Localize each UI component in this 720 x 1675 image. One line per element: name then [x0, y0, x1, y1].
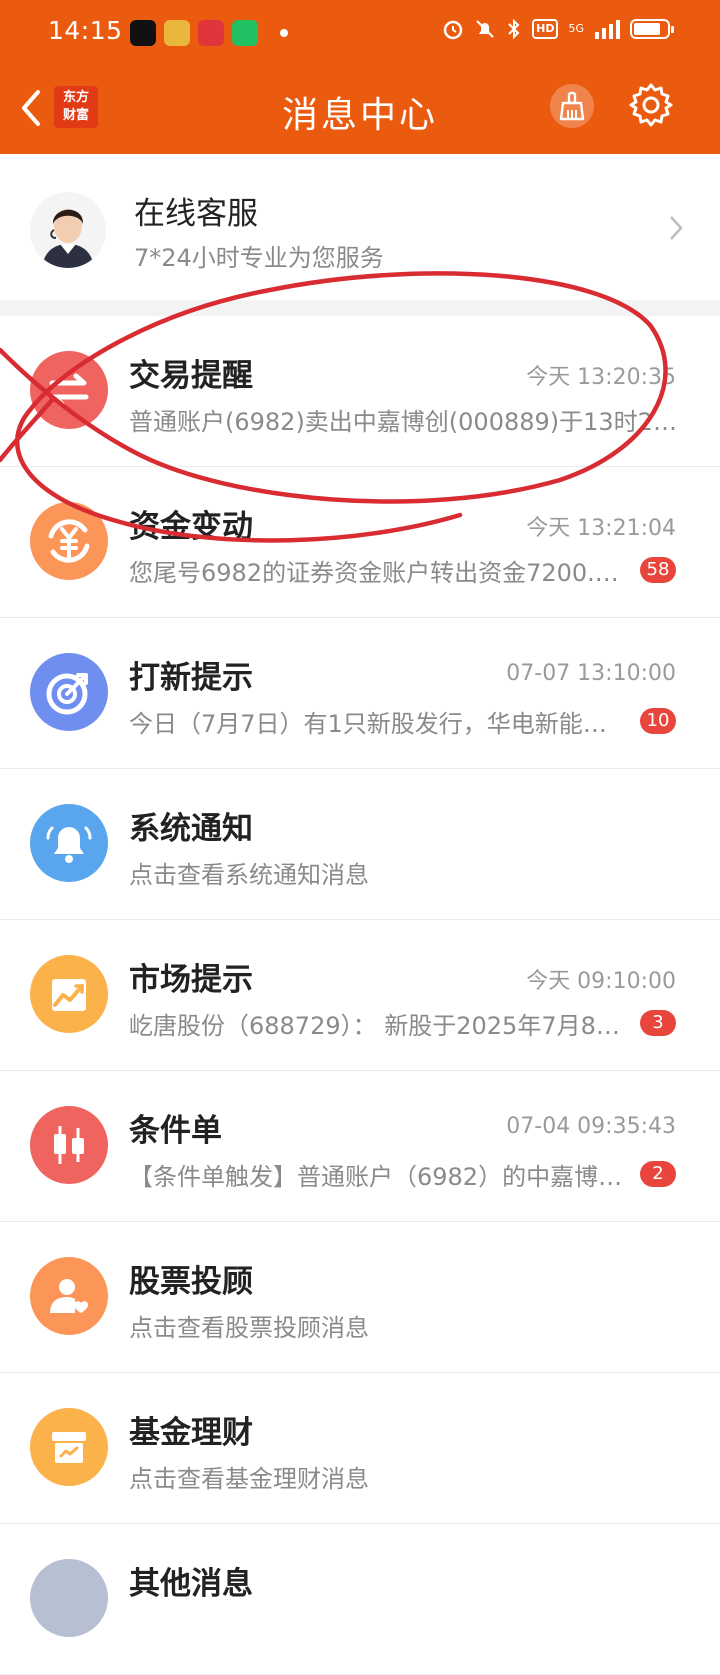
service-agent-avatar	[30, 192, 106, 268]
row-title: 股票投顾	[129, 1264, 253, 1300]
phone-app-icon	[232, 20, 258, 46]
shopping-app-icon	[164, 20, 190, 46]
unread-count-badge: 58	[640, 557, 676, 583]
tiktok-app-icon	[130, 20, 156, 46]
message-row-market-alert[interactable]: 市场提示 今天 09:10:00 屹唐股份（688729）： 新股于2025年7…	[0, 920, 720, 1071]
battery-level	[634, 23, 660, 35]
message-category-list: 交易提醒 今天 13:20:35 普通账户(6982)卖出中嘉博创(000889…	[0, 316, 720, 1675]
service-title: 在线客服	[134, 196, 258, 232]
trend-chart-icon	[30, 955, 108, 1033]
status-bar: 14:15 HD 5G	[0, 0, 720, 62]
bell-icon	[30, 804, 108, 882]
row-preview: 普通账户(6982)卖出中嘉博创(000889)于13时20分24秒成交	[129, 408, 677, 436]
chevron-right-icon	[670, 216, 683, 240]
row-time: 今天 09:10:00	[526, 969, 676, 994]
signal-icon	[595, 20, 620, 39]
row-title: 市场提示	[129, 962, 253, 998]
message-row-trade-alert[interactable]: 交易提醒 今天 13:20:35 普通账户(6982)卖出中嘉博创(000889…	[0, 316, 720, 467]
gear-icon[interactable]	[628, 82, 674, 128]
row-title: 交易提醒	[129, 358, 253, 394]
page-title: 消息中心	[281, 95, 438, 136]
status-icons: HD 5G	[442, 18, 674, 40]
message-row-conditional-order[interactable]: 条件单 07-04 09:35:43 【条件单触发】普通账户（6982）的中嘉博…	[0, 1071, 720, 1222]
status-time: 14:15	[48, 16, 123, 45]
row-title: 其他消息	[129, 1566, 253, 1602]
service-subtitle: 7*24小时专业为您服务	[134, 244, 384, 272]
row-time: 今天 13:20:35	[526, 365, 676, 390]
message-row-stock-advisor[interactable]: 股票投顾 点击查看股票投顾消息	[0, 1222, 720, 1373]
other-icon	[30, 1559, 108, 1637]
clear-messages-button[interactable]	[550, 84, 594, 128]
online-service-entry[interactable]: 在线客服 7*24小时专业为您服务	[0, 154, 720, 316]
message-row-fund-wealth[interactable]: 基金理财 点击查看基金理财消息	[0, 1373, 720, 1524]
more-notifications-dot	[280, 29, 288, 37]
row-time: 07-04 09:35:43	[506, 1114, 676, 1139]
row-time: 07-07 13:10:00	[506, 661, 676, 686]
row-preview: 点击查看基金理财消息	[129, 1465, 369, 1493]
bluetooth-icon	[508, 18, 520, 40]
message-row-fund-change[interactable]: 资金变动 今天 13:21:04 您尾号6982的证券资金账户转出资金7200.…	[0, 467, 720, 618]
battery-icon	[630, 19, 674, 39]
unread-count-badge: 2	[640, 1161, 676, 1187]
mute-bell-icon	[476, 20, 494, 38]
yuan-cycle-icon	[30, 502, 108, 580]
network-type: 5G	[568, 22, 584, 35]
row-title: 基金理财	[129, 1415, 253, 1451]
row-preview: 今日（7月7日）有1只新股发行，华电新能源集团申购	[129, 710, 629, 738]
target-icon	[30, 653, 108, 731]
notification-app-icons	[130, 20, 288, 46]
row-preview: 【条件单触发】普通账户（6982）的中嘉博创条件单已触发	[129, 1163, 629, 1191]
row-title: 资金变动	[129, 509, 253, 545]
row-preview: 点击查看系统通知消息	[129, 861, 369, 889]
row-title: 打新提示	[129, 660, 253, 696]
pinduoduo-app-icon	[198, 20, 224, 46]
nav-bar: 东方 财富 消息中心	[0, 62, 720, 154]
hd-voice-badge: HD	[532, 19, 559, 39]
row-preview: 屹唐股份（688729）： 新股于2025年7月8日上市	[129, 1012, 629, 1040]
advisor-icon	[30, 1257, 108, 1335]
alarm-icon	[443, 20, 463, 40]
message-row-system-notice[interactable]: 系统通知 点击查看系统通知消息	[0, 769, 720, 920]
fund-box-icon	[30, 1408, 108, 1486]
candlestick-icon	[30, 1106, 108, 1184]
app-header: 14:15 HD 5G 东方 财富 消息中心	[0, 0, 720, 154]
row-time: 今天 13:21:04	[526, 516, 676, 541]
transfer-arrows-icon	[30, 351, 108, 429]
broom-icon	[559, 91, 585, 121]
unread-count-badge: 3	[640, 1010, 676, 1036]
row-title: 条件单	[129, 1113, 222, 1149]
message-row-ipo-notice[interactable]: 打新提示 07-07 13:10:00 今日（7月7日）有1只新股发行，华电新能…	[0, 618, 720, 769]
row-preview: 点击查看股票投顾消息	[129, 1314, 369, 1342]
row-title: 系统通知	[129, 811, 253, 847]
row-preview: 您尾号6982的证券资金账户转出资金7200.00元	[129, 559, 629, 587]
unread-count-badge: 10	[640, 708, 676, 734]
